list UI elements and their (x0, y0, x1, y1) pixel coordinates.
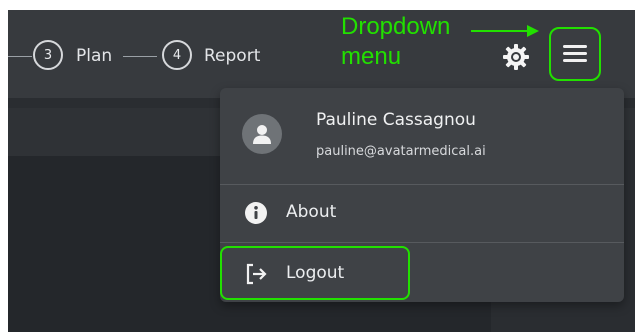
dropdown-menu: Pauline Cassagnou pauline@avatarmedical.… (220, 88, 624, 302)
user-profile: Pauline Cassagnou pauline@avatarmedical.… (220, 88, 624, 184)
step-connector (8, 56, 32, 57)
info-icon (245, 202, 267, 224)
menu-divider (220, 242, 624, 243)
app-window: 3 Plan 4 Report Pauline Cassagnou paulin… (8, 10, 635, 332)
avatar (242, 114, 282, 154)
step-4-number[interactable]: 4 (162, 40, 192, 70)
step-connector (123, 56, 157, 57)
annotation-arrow-icon (471, 25, 539, 37)
logout-label: Logout (286, 263, 345, 283)
gear-icon[interactable] (502, 43, 530, 71)
about-label: About (286, 202, 337, 222)
user-name: Pauline Cassagnou (316, 110, 476, 130)
annotation-line-2: menu (341, 43, 402, 70)
logout-icon (246, 263, 267, 285)
dropdown-menu-button[interactable] (549, 27, 601, 81)
step-3-number[interactable]: 3 (33, 40, 63, 70)
person-icon (253, 125, 271, 144)
hamburger-menu-icon (563, 45, 587, 63)
step-4-label[interactable]: Report (204, 46, 260, 66)
annotation-line-1: Dropdown (341, 13, 451, 40)
user-email: pauline@avatarmedical.ai (316, 144, 486, 159)
dropdown-annotation: Dropdown menu (341, 12, 450, 72)
step-3-label[interactable]: Plan (76, 46, 112, 66)
menu-item-logout[interactable]: Logout (220, 246, 624, 302)
menu-item-about[interactable]: About (220, 185, 624, 241)
